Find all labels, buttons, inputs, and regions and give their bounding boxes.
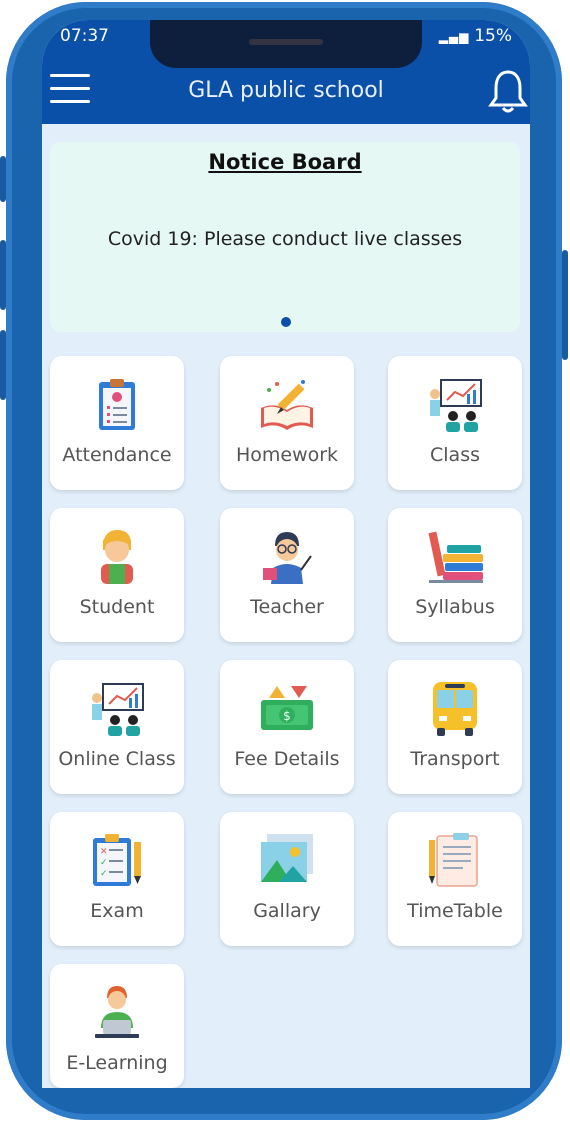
teacher-icon bbox=[263, 532, 312, 584]
tile-teacher[interactable]: Teacher bbox=[220, 508, 354, 642]
tile-label: Fee Details bbox=[234, 748, 340, 770]
phone-volume-down bbox=[0, 330, 6, 400]
tile-label: Exam bbox=[90, 900, 144, 922]
bus-icon bbox=[433, 682, 477, 736]
tile-timetable[interactable]: TimeTable bbox=[388, 812, 522, 946]
classroom-icon bbox=[430, 379, 482, 432]
gallery-image-icon bbox=[261, 834, 313, 882]
bell-icon[interactable] bbox=[488, 68, 528, 114]
tile-label: Student bbox=[79, 596, 155, 618]
online-class-icon bbox=[92, 683, 144, 736]
tile-label: Class bbox=[430, 444, 480, 466]
timetable-notepad-icon bbox=[429, 833, 478, 887]
exam-checklist-icon: ✕ ✓ ✓ bbox=[93, 834, 141, 886]
phone-side-button bbox=[0, 156, 6, 202]
tile-label: TimeTable bbox=[407, 900, 503, 922]
status-time: 07:37 bbox=[60, 26, 109, 46]
tile-attendance[interactable]: Attendance bbox=[50, 356, 184, 490]
status-battery: ▂▄▆ 15% bbox=[439, 26, 512, 46]
tile-transport[interactable]: Transport bbox=[388, 660, 522, 794]
tile-label: Homework bbox=[235, 444, 339, 466]
tile-gallary[interactable]: Gallary bbox=[220, 812, 354, 946]
tile-label: E-Learning bbox=[66, 1052, 168, 1074]
tile-label: Gallary bbox=[253, 900, 321, 922]
book-pencil-icon bbox=[261, 380, 313, 430]
notice-title: Notice Board bbox=[208, 150, 362, 174]
tile-student[interactable]: Student bbox=[50, 508, 184, 642]
phone-speaker bbox=[249, 39, 323, 45]
tile-label: Online Class bbox=[58, 748, 176, 770]
tile-homework[interactable]: Homework bbox=[220, 356, 354, 490]
app-header: 07:37 ▂▄▆ 15% GLA public school bbox=[42, 20, 530, 124]
tile-label: Attendance bbox=[62, 444, 172, 466]
tile-exam[interactable]: ✕ ✓ ✓ Exam bbox=[50, 812, 184, 946]
svg-text:✕: ✕ bbox=[100, 847, 108, 857]
tile-label: Syllabus bbox=[415, 596, 495, 618]
phone-power-button bbox=[562, 250, 568, 360]
tile-online-class[interactable]: Online Class bbox=[50, 660, 184, 794]
svg-text:$: $ bbox=[283, 709, 291, 723]
clipboard-icon bbox=[99, 379, 135, 430]
carousel-indicator[interactable] bbox=[281, 317, 291, 327]
notice-board[interactable]: Notice Board Covid 19: Please conduct li… bbox=[50, 142, 520, 332]
tile-e-learning[interactable]: E-Learning bbox=[50, 964, 184, 1088]
e-learning-laptop-icon bbox=[95, 986, 139, 1038]
page-title: GLA public school bbox=[188, 78, 384, 103]
phone-volume-up bbox=[0, 240, 6, 310]
notice-message: Covid 19: Please conduct live classes bbox=[107, 228, 463, 250]
app-screen: 07:37 ▂▄▆ 15% GLA public school Notice B… bbox=[42, 20, 530, 1088]
svg-text:✓: ✓ bbox=[100, 869, 108, 879]
books-stack-icon bbox=[428, 531, 483, 583]
money-icon: $ bbox=[261, 686, 313, 730]
signal-icon: ▂▄▆ bbox=[438, 30, 475, 44]
battery-level: 15% bbox=[474, 26, 512, 46]
tile-label: Transport bbox=[410, 748, 500, 770]
student-icon bbox=[101, 530, 133, 584]
tile-class[interactable]: Class bbox=[388, 356, 522, 490]
main-content: Notice Board Covid 19: Please conduct li… bbox=[42, 124, 530, 1088]
tile-label: Teacher bbox=[250, 596, 324, 618]
tile-syllabus[interactable]: Syllabus bbox=[388, 508, 522, 642]
svg-text:✓: ✓ bbox=[100, 858, 108, 868]
tile-fee-details[interactable]: $ Fee Details bbox=[220, 660, 354, 794]
